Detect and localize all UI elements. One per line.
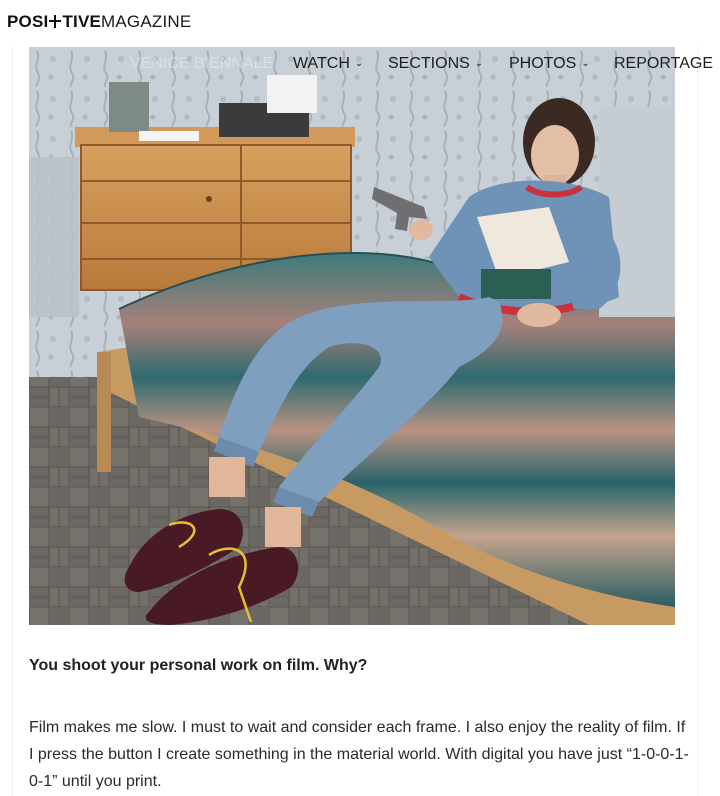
plus-icon xyxy=(49,15,62,28)
nav-item-watch[interactable]: WATCH ⌄ xyxy=(293,55,363,73)
interview-answer: Film makes me slow. I must to wait and c… xyxy=(29,719,689,790)
interview-question: You shoot your personal work on film. Wh… xyxy=(29,657,368,674)
nav-item-sections[interactable]: SECTIONS ⌄ xyxy=(388,55,483,73)
nav-item-reportage[interactable]: REPORTAGE xyxy=(614,55,713,73)
chevron-down-icon: ⌄ xyxy=(474,58,484,69)
hero-photo-illustration xyxy=(29,47,675,625)
logo-text-magazine: MAGAZINE xyxy=(101,12,192,31)
site-logo[interactable]: POSI TIVEMAGAZINE xyxy=(7,12,191,32)
nav-item-venice-biennale[interactable]: VENICE BIENNALE xyxy=(130,55,273,73)
nav-item-watch-label: WATCH xyxy=(293,55,350,72)
logo-text-left: POSI xyxy=(7,12,49,31)
logo-text-right: TIVE xyxy=(62,12,102,31)
main-nav: VENICE BIENNALE WATCH ⌄ SECTIONS ⌄ PHOTOS ⌄… xyxy=(0,55,720,77)
chevron-down-icon: ⌄ xyxy=(581,58,590,69)
nav-item-photos-label: PHOTOS xyxy=(509,55,577,72)
page: POSI TIVEMAGAZINE VENICE BIENNALE WATCH … xyxy=(0,0,720,796)
chevron-down-icon: ⌄ xyxy=(354,58,364,69)
nav-item-photos[interactable]: PHOTOS ⌄ xyxy=(509,55,590,73)
nav-item-sections-label: SECTIONS xyxy=(388,55,470,72)
hero-photo xyxy=(29,47,675,625)
site-header: POSI TIVEMAGAZINE xyxy=(0,0,720,47)
